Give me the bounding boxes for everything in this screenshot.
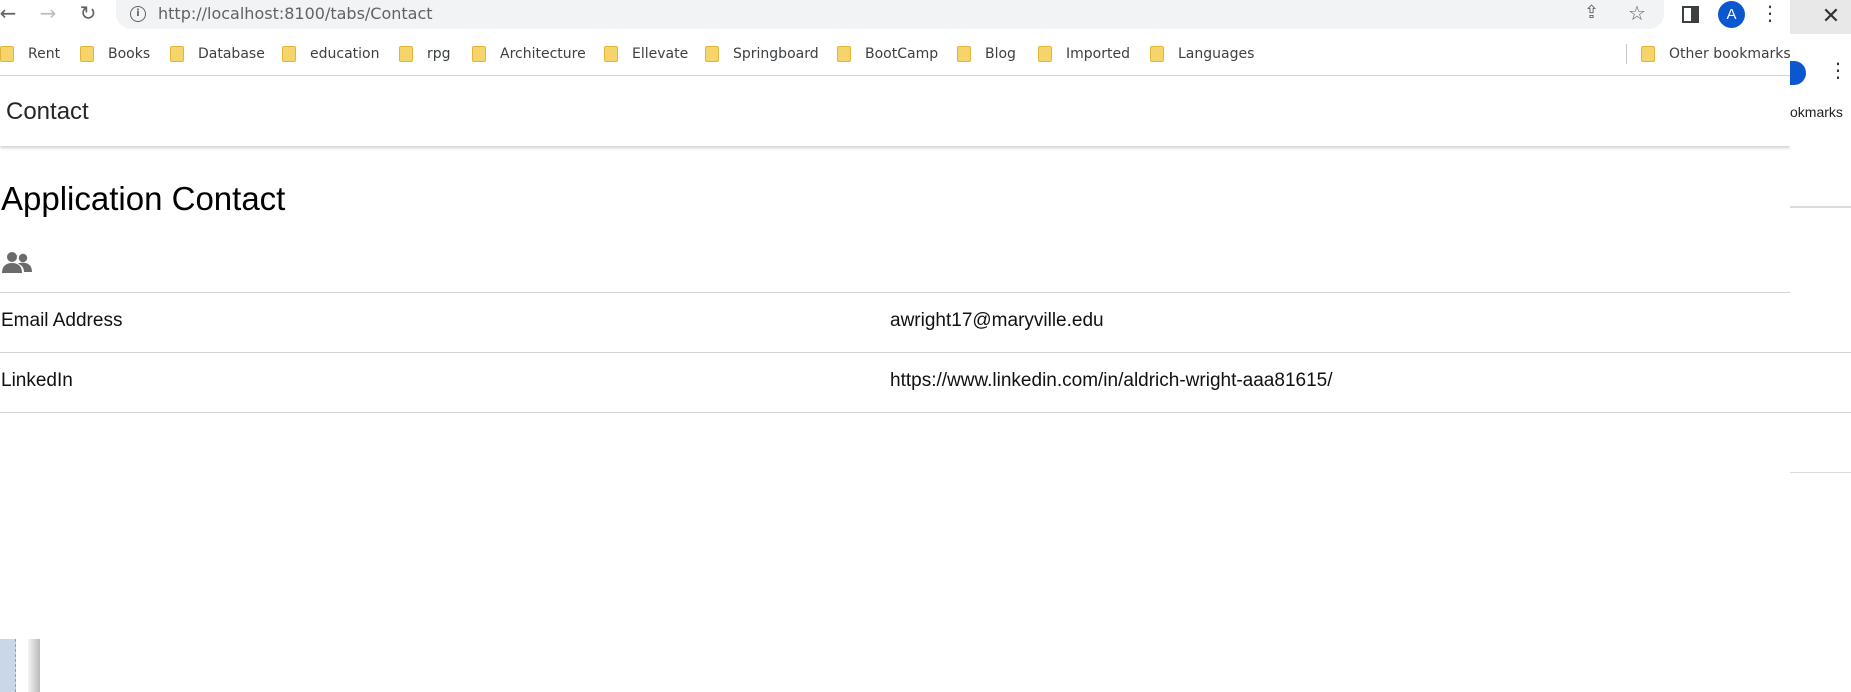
background-bookmarks-text: okmarks bbox=[1790, 104, 1843, 120]
browser-toolbar: ← → ↻ i http://localhost:8100/tabs/Conta… bbox=[0, 0, 1790, 29]
contact-label: Email Address bbox=[1, 310, 123, 331]
contact-label: LinkedIn bbox=[1, 370, 73, 391]
close-icon[interactable]: ✕ bbox=[1818, 4, 1844, 30]
site-info-icon[interactable]: i bbox=[130, 6, 146, 22]
bookmark-architecture[interactable]: Architecture bbox=[472, 44, 586, 64]
reload-icon[interactable]: ↻ bbox=[74, 0, 102, 28]
folder-icon bbox=[1641, 46, 1655, 62]
folder-icon bbox=[170, 46, 184, 62]
bookmark-blog[interactable]: Blog bbox=[957, 44, 1016, 64]
more-menu-icon[interactable]: ⋮ bbox=[1828, 58, 1848, 82]
url-text[interactable]: http://localhost:8100/tabs/Contact bbox=[158, 4, 433, 23]
bookmarks-separator bbox=[1626, 44, 1627, 64]
browser-menu-icon[interactable]: ⋮ bbox=[1760, 0, 1780, 28]
folder-icon bbox=[957, 46, 971, 62]
bookmark-database[interactable]: Database bbox=[170, 44, 265, 64]
people-icon bbox=[2, 252, 32, 273]
forward-arrow-icon[interactable]: → bbox=[34, 0, 62, 28]
folder-icon bbox=[399, 46, 413, 62]
list-item[interactable]: LinkedIn https://www.linkedin.com/in/ald… bbox=[0, 352, 1851, 412]
bookmark-rent[interactable]: Rent bbox=[0, 44, 60, 64]
page-heading: Application Contact bbox=[1, 180, 286, 217]
side-panel-icon[interactable] bbox=[1682, 6, 1699, 23]
background-window-titlebar: ✕ bbox=[1790, 0, 1851, 34]
share-icon[interactable]: ⇪ bbox=[1584, 2, 1599, 23]
page-title: Contact bbox=[6, 98, 89, 125]
contact-list: Email Address awright17@maryville.edu Li… bbox=[0, 292, 1851, 413]
bookmark-languages[interactable]: Languages bbox=[1150, 44, 1254, 64]
app-header: Contact bbox=[0, 76, 1790, 146]
taskbar-fragment bbox=[0, 639, 16, 692]
background-divider bbox=[1790, 206, 1851, 208]
contact-value: awright17@maryville.edu bbox=[890, 310, 1104, 331]
back-arrow-icon[interactable]: ← bbox=[0, 0, 22, 28]
bookmark-books[interactable]: Books bbox=[80, 44, 150, 64]
folder-icon bbox=[604, 46, 618, 62]
bookmark-rpg[interactable]: rpg bbox=[399, 44, 451, 64]
background-divider bbox=[1790, 472, 1851, 473]
address-bar[interactable]: i http://localhost:8100/tabs/Contact ⇪ ☆ bbox=[116, 0, 1664, 29]
folder-icon bbox=[0, 46, 14, 62]
row-divider bbox=[0, 292, 1790, 293]
folder-icon bbox=[705, 46, 719, 62]
bookmarks-bar: Rent Books Database education rpg Archit… bbox=[0, 40, 1790, 68]
taskbar-fragment bbox=[28, 639, 40, 692]
bookmark-springboard[interactable]: Springboard bbox=[705, 44, 819, 64]
bookmark-star-icon[interactable]: ☆ bbox=[1628, 1, 1646, 25]
folder-icon bbox=[472, 46, 486, 62]
bookmark-bootcamp[interactable]: BootCamp bbox=[837, 44, 938, 64]
bookmark-ellevate[interactable]: Ellevate bbox=[604, 44, 688, 64]
profile-avatar[interactable]: A bbox=[1718, 1, 1745, 28]
bookmark-imported[interactable]: Imported bbox=[1038, 44, 1130, 64]
folder-icon bbox=[837, 46, 851, 62]
list-item[interactable]: Email Address awright17@maryville.edu bbox=[0, 292, 1851, 352]
background-avatar bbox=[1790, 61, 1806, 85]
list-bottom-divider bbox=[0, 412, 1851, 413]
folder-icon bbox=[1038, 46, 1052, 62]
row-divider bbox=[0, 352, 1851, 353]
folder-icon bbox=[1150, 46, 1164, 62]
bookmark-education[interactable]: education bbox=[282, 44, 379, 64]
other-bookmarks[interactable]: Other bookmarks bbox=[1641, 44, 1790, 64]
contact-value: https://www.linkedin.com/in/aldrich-wrig… bbox=[890, 370, 1333, 391]
folder-icon bbox=[282, 46, 296, 62]
folder-icon bbox=[80, 46, 94, 62]
